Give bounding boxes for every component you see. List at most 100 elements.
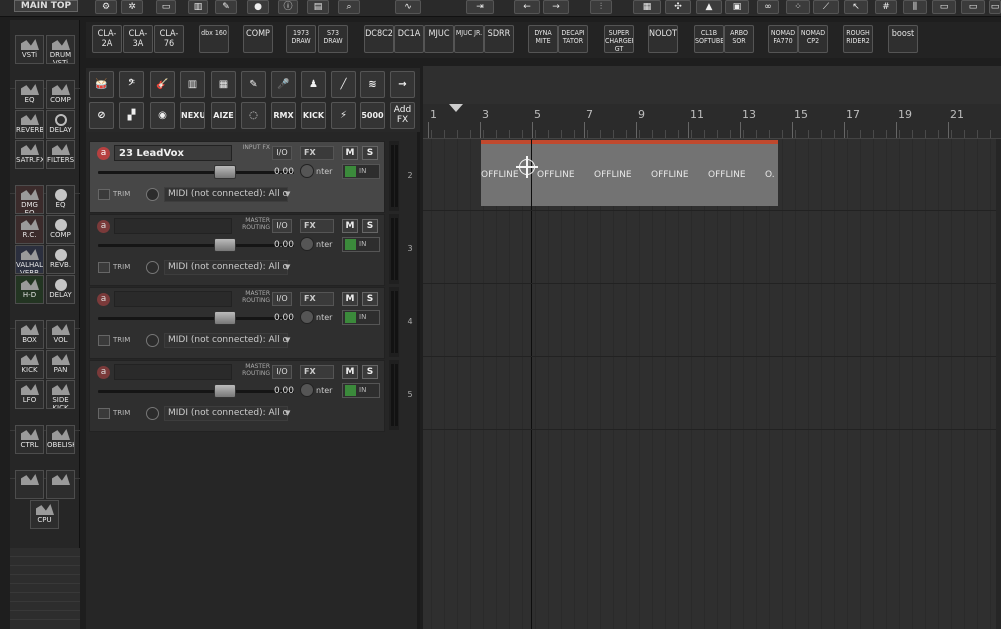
mute-button[interactable]: M xyxy=(342,219,358,233)
pan-knob-icon[interactable] xyxy=(300,164,314,178)
solo-button[interactable]: S xyxy=(362,365,378,379)
plugin-button-super-charger-gt[interactable]: SUPER CHARGER GT xyxy=(604,25,634,53)
plugin-button-cla-2a[interactable]: CLA-2A xyxy=(92,25,122,53)
track-row[interactable]: a 23 LeadVox INPUT FX I/O FX M S 0.00 nter IN TRIM… xyxy=(89,141,385,213)
sidebar-button-valhal[interactable]: VALHAL VERB xyxy=(15,245,44,274)
search-icon[interactable]: ⌕ xyxy=(338,0,360,14)
trim-label[interactable]: TRIM xyxy=(113,262,139,273)
solo-button[interactable]: S xyxy=(362,292,378,306)
io-button[interactable]: I/O xyxy=(272,365,292,379)
plugin-button-rough-rider2[interactable]: ROUGH RIDER2 xyxy=(843,25,873,53)
sidebar-button-kick[interactable]: KICK xyxy=(15,350,44,379)
track-row[interactable]: a MASTER ROUTING I/O FX M S 0.00 nter IN TRIM MIDI… xyxy=(89,360,385,432)
plugin-button-mjuc[interactable]: MJUC xyxy=(424,25,454,53)
trim-icon[interactable] xyxy=(98,189,110,200)
midi-input-select[interactable]: MIDI (not connected): All c xyxy=(164,333,288,348)
instrument-button-0[interactable]: 🥁 xyxy=(89,71,114,98)
vertical-scrollbar[interactable] xyxy=(996,139,1001,629)
instrument-button-10[interactable]: → xyxy=(390,71,415,98)
redo-icon[interactable]: → xyxy=(543,0,569,14)
plugin-button-boost[interactable]: boost xyxy=(888,25,918,53)
sidebar-button-vol[interactable]: VOL xyxy=(46,320,75,349)
arrange-view[interactable]: 1 3 5 7 9 11 13 15 17 19 21 OFFLINE OFFLINE OFFLINE O… xyxy=(423,66,1001,629)
sidebar-button-vsti[interactable]: VSTi xyxy=(15,35,44,64)
plugin-button-cla-3a[interactable]: CLA-3A xyxy=(123,25,153,53)
instrument-button-21[interactable]: Add FX xyxy=(390,102,415,129)
sidebar-button-delay[interactable]: DELAY xyxy=(46,275,75,304)
trim-icon[interactable] xyxy=(98,335,110,346)
sidebar-button-h-d[interactable]: H-D xyxy=(15,275,44,304)
plugin-button-dc8c2[interactable]: DC8C2 xyxy=(364,25,394,53)
sidebar-button-box[interactable]: BOX xyxy=(15,320,44,349)
chevron-down-icon[interactable]: ▼ xyxy=(285,188,295,200)
sidebar-button-r-c-[interactable]: R.C. xyxy=(15,215,44,244)
instrument-button-17[interactable]: RMX xyxy=(271,102,296,129)
instrument-button-19[interactable]: ⚡ xyxy=(331,102,356,129)
plugin-button-cla-76[interactable]: CLA-76 xyxy=(154,25,184,53)
instrument-button-7[interactable]: ♟ xyxy=(301,71,326,98)
sidebar-button-satr-fx[interactable]: SATR.FX xyxy=(15,140,44,169)
timeline-ruler[interactable]: 1 3 5 7 9 11 13 15 17 19 21 xyxy=(423,104,1001,139)
edit-icon[interactable]: ✎ xyxy=(215,0,237,14)
fx-button[interactable]: FX xyxy=(300,365,334,379)
fx-button[interactable]: FX xyxy=(300,219,334,233)
instrument-button-13[interactable]: ◉ xyxy=(150,102,175,129)
sidebar-button-drum[interactable]: DRUM VSTi GUITAR xyxy=(46,35,75,64)
instrument-button-4[interactable]: ▦ xyxy=(211,71,236,98)
sidebar-button-blank[interactable] xyxy=(15,470,44,499)
trim-label[interactable]: TRIM xyxy=(113,189,139,200)
instrument-button-14[interactable]: NEXUS xyxy=(180,102,205,129)
plugin-button-s73-draw[interactable]: S73 DRAW xyxy=(318,25,348,53)
sidebar-button-obelisk[interactable]: OBELISK xyxy=(46,425,75,454)
fader-thumb[interactable] xyxy=(214,165,236,179)
waveform-icon[interactable]: ∿ xyxy=(395,0,421,14)
track-lanes[interactable]: OFFLINE OFFLINE OFFLINE OFFLINE OFFLINE O. xyxy=(423,139,1001,629)
input-monitor-button[interactable]: IN xyxy=(342,383,380,398)
instrument-button-16[interactable]: ◌ xyxy=(241,102,266,129)
record-arm-button[interactable]: a xyxy=(97,147,110,160)
sidebar-button-pan[interactable]: PAN xyxy=(46,350,75,379)
settings-icon[interactable]: ⚙ xyxy=(95,0,117,14)
plugin-button-dbx-160[interactable]: dbx 160 xyxy=(199,25,229,53)
cursor-icon[interactable]: ↖ xyxy=(844,0,868,14)
envelope-icon[interactable]: ⟋ xyxy=(813,0,839,14)
plugin-button-nomad-fa770[interactable]: NOMAD FA770 xyxy=(768,25,798,53)
plugin-button-comp[interactable]: COMP xyxy=(243,25,273,53)
plugin-button-cl1b-softube[interactable]: CL1B SOFTUBE xyxy=(694,25,724,53)
window-icon[interactable]: ▭ xyxy=(932,0,956,14)
mute-button[interactable]: M xyxy=(342,292,358,306)
pan-knob-icon[interactable] xyxy=(300,310,314,324)
sidebar-button-ctrl[interactable]: CTRL xyxy=(15,425,44,454)
folder-icon[interactable]: ▤ xyxy=(307,0,329,14)
pan-knob-icon[interactable] xyxy=(300,383,314,397)
window3-icon[interactable]: ▭ xyxy=(989,0,1001,14)
sidebar-button-eq[interactable]: EQ xyxy=(46,185,75,214)
info-icon[interactable]: ⓘ xyxy=(278,0,298,14)
instrument-button-15[interactable]: AIZE xyxy=(211,102,236,129)
split-icon[interactable]: ⇥ xyxy=(466,0,494,14)
sidebar-button-dmg[interactable]: DMG EQ xyxy=(15,185,44,214)
sidebar-button-eq[interactable]: EQ xyxy=(15,80,44,109)
window2-icon[interactable]: ▭ xyxy=(961,0,985,14)
instrument-button-6[interactable]: 🎤 xyxy=(271,71,296,98)
sidebar-button-blank[interactable] xyxy=(46,470,75,499)
fader-thumb[interactable] xyxy=(214,311,236,325)
mixer-icon[interactable]: ⫶ xyxy=(590,0,612,14)
mute-button[interactable]: M xyxy=(342,146,358,160)
grid-dots-icon[interactable]: ⁘ xyxy=(786,0,810,14)
plugin-button-dc1a[interactable]: DC1A xyxy=(394,25,424,53)
io-button[interactable]: I/O xyxy=(272,146,292,160)
fx-button[interactable]: FX xyxy=(300,146,334,160)
playhead-marker-icon[interactable] xyxy=(449,104,463,112)
trim-label[interactable]: TRIM xyxy=(113,335,139,346)
tool4-icon[interactable]: ▣ xyxy=(725,0,749,14)
sidebar-button-comp[interactable]: COMP xyxy=(46,215,75,244)
chevron-down-icon[interactable]: ▼ xyxy=(285,407,295,419)
tool2-icon[interactable]: ✣ xyxy=(665,0,691,14)
midi-input-select[interactable]: MIDI (not connected): All c xyxy=(164,187,288,202)
trim-icon[interactable] xyxy=(98,408,110,419)
tool3-icon[interactable]: ▲ xyxy=(696,0,722,14)
sidebar-button-filters[interactable]: FILTERS xyxy=(46,140,75,169)
metronome-icon[interactable]: ⫼ xyxy=(903,0,927,14)
fader-thumb[interactable] xyxy=(214,384,236,398)
